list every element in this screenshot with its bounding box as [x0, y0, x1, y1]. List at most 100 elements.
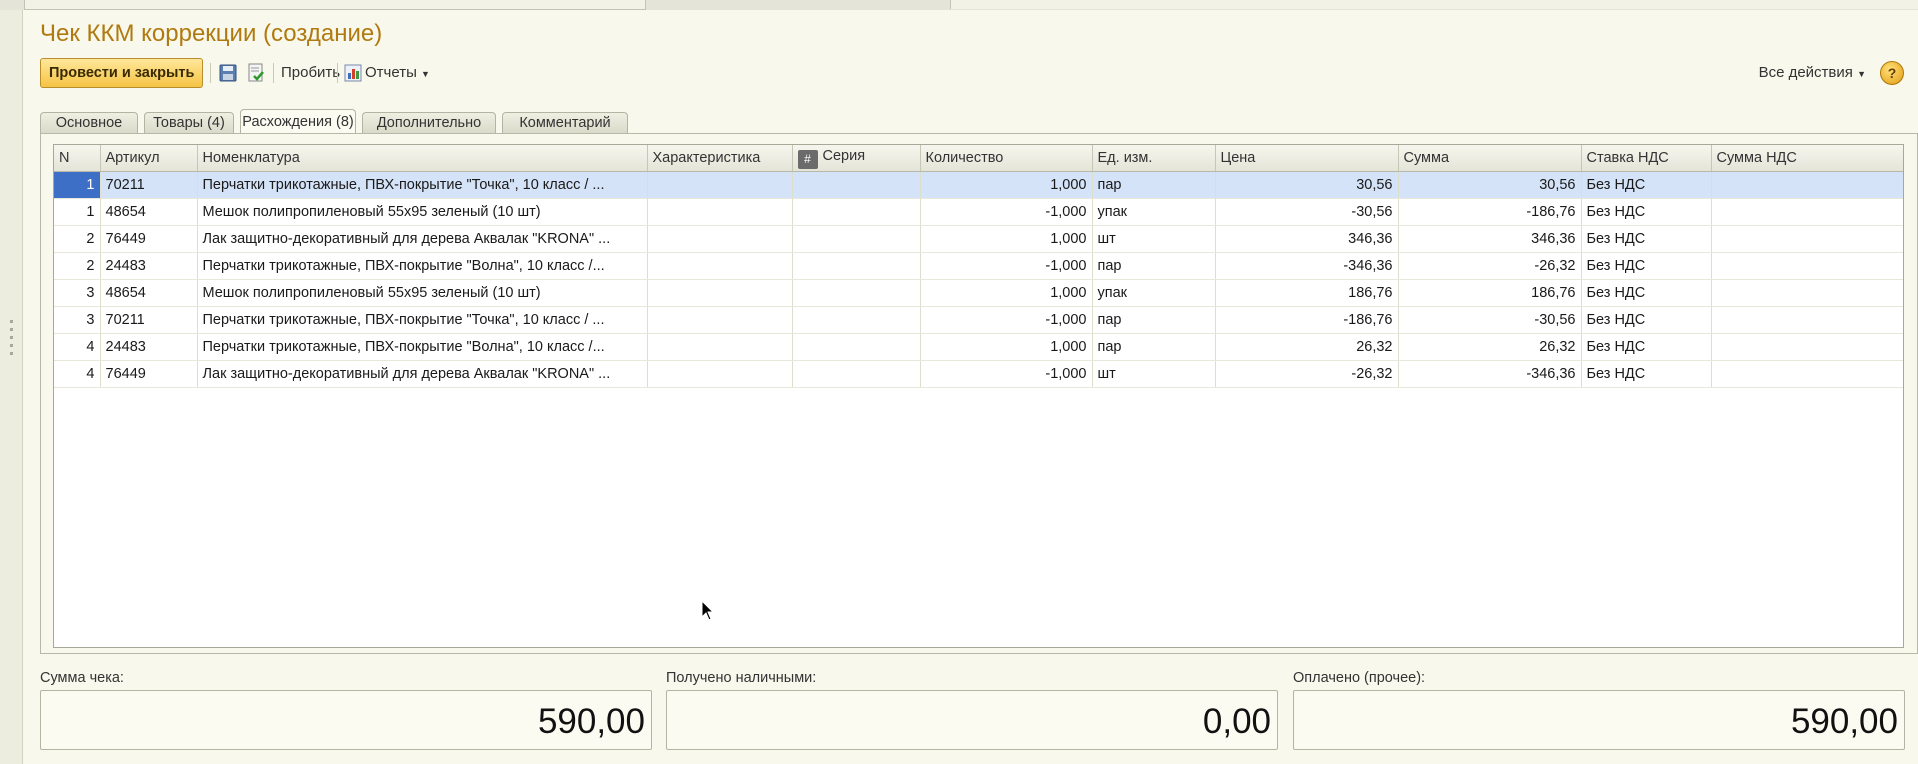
cell-series[interactable] — [792, 333, 921, 361]
cell-n[interactable]: 3 — [54, 306, 101, 334]
tab-goods[interactable]: Товары (4) — [144, 112, 234, 133]
receipt-sum-field[interactable]: 590,00 — [40, 690, 652, 750]
cell-item[interactable]: Лак защитно-декоративный для дерева Аква… — [197, 360, 648, 388]
splitter-grip-icon[interactable] — [10, 320, 13, 360]
cell-vat-sum[interactable] — [1711, 171, 1903, 199]
cell-sum[interactable]: -186,76 — [1398, 198, 1582, 226]
cell-sum[interactable]: -346,36 — [1398, 360, 1582, 388]
cash-received-field[interactable]: 0,00 — [666, 690, 1278, 750]
cell-characteristic[interactable] — [647, 171, 793, 199]
cell-article[interactable]: 48654 — [100, 198, 198, 226]
cell-article[interactable]: 76449 — [100, 225, 198, 253]
column-header-vat-rate[interactable]: Ставка НДС — [1581, 145, 1712, 172]
cell-n[interactable]: 4 — [54, 360, 101, 388]
column-header-sum[interactable]: Сумма — [1398, 145, 1582, 172]
column-header-item[interactable]: Номенклатура — [197, 145, 648, 172]
table-row[interactable]: 4 76449 Лак защитно-декоративный для дер… — [54, 360, 1903, 388]
cell-article[interactable]: 70211 — [100, 171, 198, 199]
cell-quantity[interactable]: -1,000 — [920, 306, 1093, 334]
column-header-price[interactable]: Цена — [1215, 145, 1399, 172]
all-actions-menu-button[interactable]: Все действия ▼ — [1759, 64, 1866, 81]
cell-item[interactable]: Перчатки трикотажные, ПВХ-покрытие "Волн… — [197, 333, 648, 361]
cell-vat-sum[interactable] — [1711, 225, 1903, 253]
discrepancies-table[interactable]: N Артикул Номенклатура Характеристика # С… — [53, 144, 1904, 648]
cell-vat-sum[interactable] — [1711, 306, 1903, 334]
cell-quantity[interactable]: 1,000 — [920, 225, 1093, 253]
column-header-article[interactable]: Артикул — [100, 145, 198, 172]
column-header-series[interactable]: # Серия — [792, 145, 921, 172]
cell-unit[interactable]: пар — [1092, 171, 1216, 199]
cell-article[interactable]: 70211 — [100, 306, 198, 334]
cell-n[interactable]: 2 — [54, 252, 101, 280]
tab-discrepancies[interactable]: Расхождения (8) — [240, 109, 356, 134]
cell-item[interactable]: Мешок полипропиленовый 55х95 зеленый (10… — [197, 279, 648, 307]
cell-price[interactable]: -186,76 — [1215, 306, 1399, 334]
cell-quantity[interactable]: -1,000 — [920, 198, 1093, 226]
top-tab-left[interactable] — [24, 0, 646, 10]
cell-characteristic[interactable] — [647, 333, 793, 361]
cell-series[interactable] — [792, 360, 921, 388]
cell-series[interactable] — [792, 198, 921, 226]
cell-vat-sum[interactable] — [1711, 333, 1903, 361]
cell-vat-rate[interactable]: Без НДС — [1581, 279, 1712, 307]
cell-price[interactable]: -26,32 — [1215, 360, 1399, 388]
tab-comment[interactable]: Комментарий — [502, 112, 628, 133]
cell-article[interactable]: 24483 — [100, 333, 198, 361]
cell-item[interactable]: Лак защитно-декоративный для дерева Аква… — [197, 225, 648, 253]
cell-sum[interactable]: 186,76 — [1398, 279, 1582, 307]
cell-characteristic[interactable] — [647, 225, 793, 253]
punch-button[interactable]: Пробить — [281, 64, 340, 81]
cell-vat-rate[interactable]: Без НДС — [1581, 171, 1712, 199]
table-row[interactable]: 1 48654 Мешок полипропиленовый 55х95 зел… — [54, 198, 1903, 226]
column-header-vat-sum[interactable]: Сумма НДС — [1711, 145, 1903, 172]
post-and-close-button[interactable]: Провести и закрыть — [40, 58, 204, 88]
cell-quantity[interactable]: -1,000 — [920, 360, 1093, 388]
cell-vat-sum[interactable] — [1711, 252, 1903, 280]
table-row[interactable]: 1 70211 Перчатки трикотажные, ПВХ-покрыт… — [54, 171, 1903, 199]
reports-icon[interactable] — [343, 63, 363, 83]
cell-item[interactable]: Мешок полипропиленовый 55х95 зеленый (10… — [197, 198, 648, 226]
cell-price[interactable]: -30,56 — [1215, 198, 1399, 226]
cell-vat-rate[interactable]: Без НДС — [1581, 360, 1712, 388]
cell-unit[interactable]: шт — [1092, 360, 1216, 388]
cell-article[interactable]: 76449 — [100, 360, 198, 388]
cell-sum[interactable]: -26,32 — [1398, 252, 1582, 280]
cell-n[interactable]: 2 — [54, 225, 101, 253]
cell-sum[interactable]: 30,56 — [1398, 171, 1582, 199]
cell-unit[interactable]: пар — [1092, 306, 1216, 334]
cell-unit[interactable]: пар — [1092, 333, 1216, 361]
cell-n[interactable]: 1 — [54, 171, 101, 199]
cell-price[interactable]: 346,36 — [1215, 225, 1399, 253]
column-header-characteristic[interactable]: Характеристика — [647, 145, 793, 172]
cell-vat-rate[interactable]: Без НДС — [1581, 252, 1712, 280]
cell-series[interactable] — [792, 225, 921, 253]
cell-price[interactable]: 26,32 — [1215, 333, 1399, 361]
cell-vat-rate[interactable]: Без НДС — [1581, 306, 1712, 334]
cell-vat-sum[interactable] — [1711, 279, 1903, 307]
cell-item[interactable]: Перчатки трикотажные, ПВХ-покрытие "Точк… — [197, 171, 648, 199]
save-icon[interactable] — [218, 63, 238, 83]
cell-quantity[interactable]: 1,000 — [920, 333, 1093, 361]
cell-n[interactable]: 3 — [54, 279, 101, 307]
cell-item[interactable]: Перчатки трикотажные, ПВХ-покрытие "Волн… — [197, 252, 648, 280]
cell-article[interactable]: 48654 — [100, 279, 198, 307]
cell-series[interactable] — [792, 171, 921, 199]
cell-characteristic[interactable] — [647, 252, 793, 280]
cell-vat-rate[interactable]: Без НДС — [1581, 333, 1712, 361]
table-row[interactable]: 4 24483 Перчатки трикотажные, ПВХ-покрыт… — [54, 333, 1903, 361]
left-panel-splitter[interactable] — [0, 10, 23, 764]
cell-price[interactable]: 186,76 — [1215, 279, 1399, 307]
cell-vat-rate[interactable]: Без НДС — [1581, 225, 1712, 253]
cell-article[interactable]: 24483 — [100, 252, 198, 280]
cell-characteristic[interactable] — [647, 279, 793, 307]
table-row[interactable]: 3 48654 Мешок полипропиленовый 55х95 зел… — [54, 279, 1903, 307]
cell-characteristic[interactable] — [647, 360, 793, 388]
cell-unit[interactable]: упак — [1092, 198, 1216, 226]
cell-series[interactable] — [792, 252, 921, 280]
cell-sum[interactable]: -30,56 — [1398, 306, 1582, 334]
cell-vat-rate[interactable]: Без НДС — [1581, 198, 1712, 226]
column-header-quantity[interactable]: Количество — [920, 145, 1093, 172]
cell-series[interactable] — [792, 279, 921, 307]
cell-characteristic[interactable] — [647, 198, 793, 226]
cell-vat-sum[interactable] — [1711, 198, 1903, 226]
